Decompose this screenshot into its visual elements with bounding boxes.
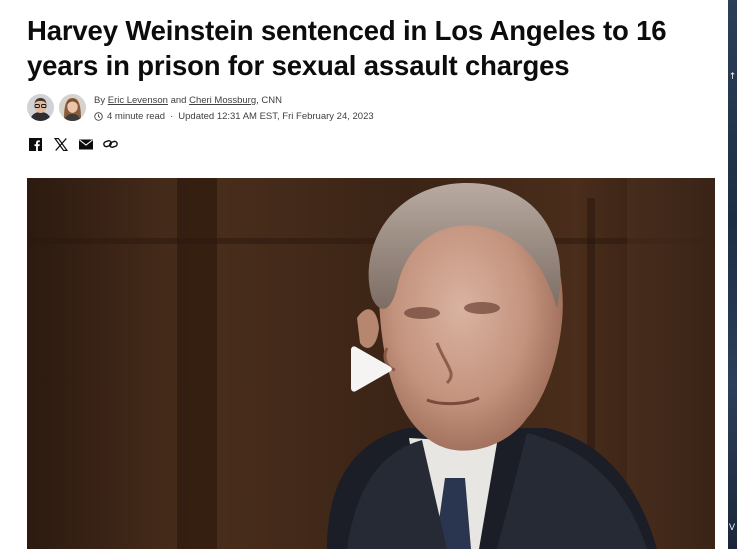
right-edge-strip: ↑ V [728,0,737,549]
byline-prefix: By [94,95,106,106]
author-photo-2 [59,94,86,121]
play-button[interactable] [348,343,394,395]
meta-separator: · [170,111,174,122]
x-icon[interactable] [53,137,68,151]
play-icon [351,346,392,392]
byline-connector: and [170,95,187,106]
edge-text: V [729,522,736,532]
share-bar [28,137,128,151]
facebook-icon[interactable] [28,137,43,151]
updated-timestamp: Updated 12:31 AM EST, Fri February 24, 2… [178,111,374,122]
link-icon[interactable] [103,137,118,151]
byline-outlet: , CNN [256,95,283,106]
article-meta: 4 minute read · Updated 12:31 AM EST, Fr… [94,111,374,122]
author-photo-1 [27,94,54,121]
author-link-cheri-mossburg[interactable]: Cheri Mossburg [189,95,256,106]
author-avatar-cheri-mossburg[interactable] [59,94,86,121]
arrow-up-icon: ↑ [728,72,737,82]
author-avatar-eric-levenson[interactable] [27,94,54,121]
email-icon[interactable] [78,137,93,151]
clock-icon [94,112,103,121]
byline: By Eric Levenson and Cheri Mossburg, CNN [94,95,282,106]
read-time: 4 minute read [107,111,166,122]
author-link-eric-levenson[interactable]: Eric Levenson [108,95,168,106]
video-player[interactable] [27,178,715,549]
article-headline: Harvey Weinstein sentenced in Los Angele… [27,15,667,81]
